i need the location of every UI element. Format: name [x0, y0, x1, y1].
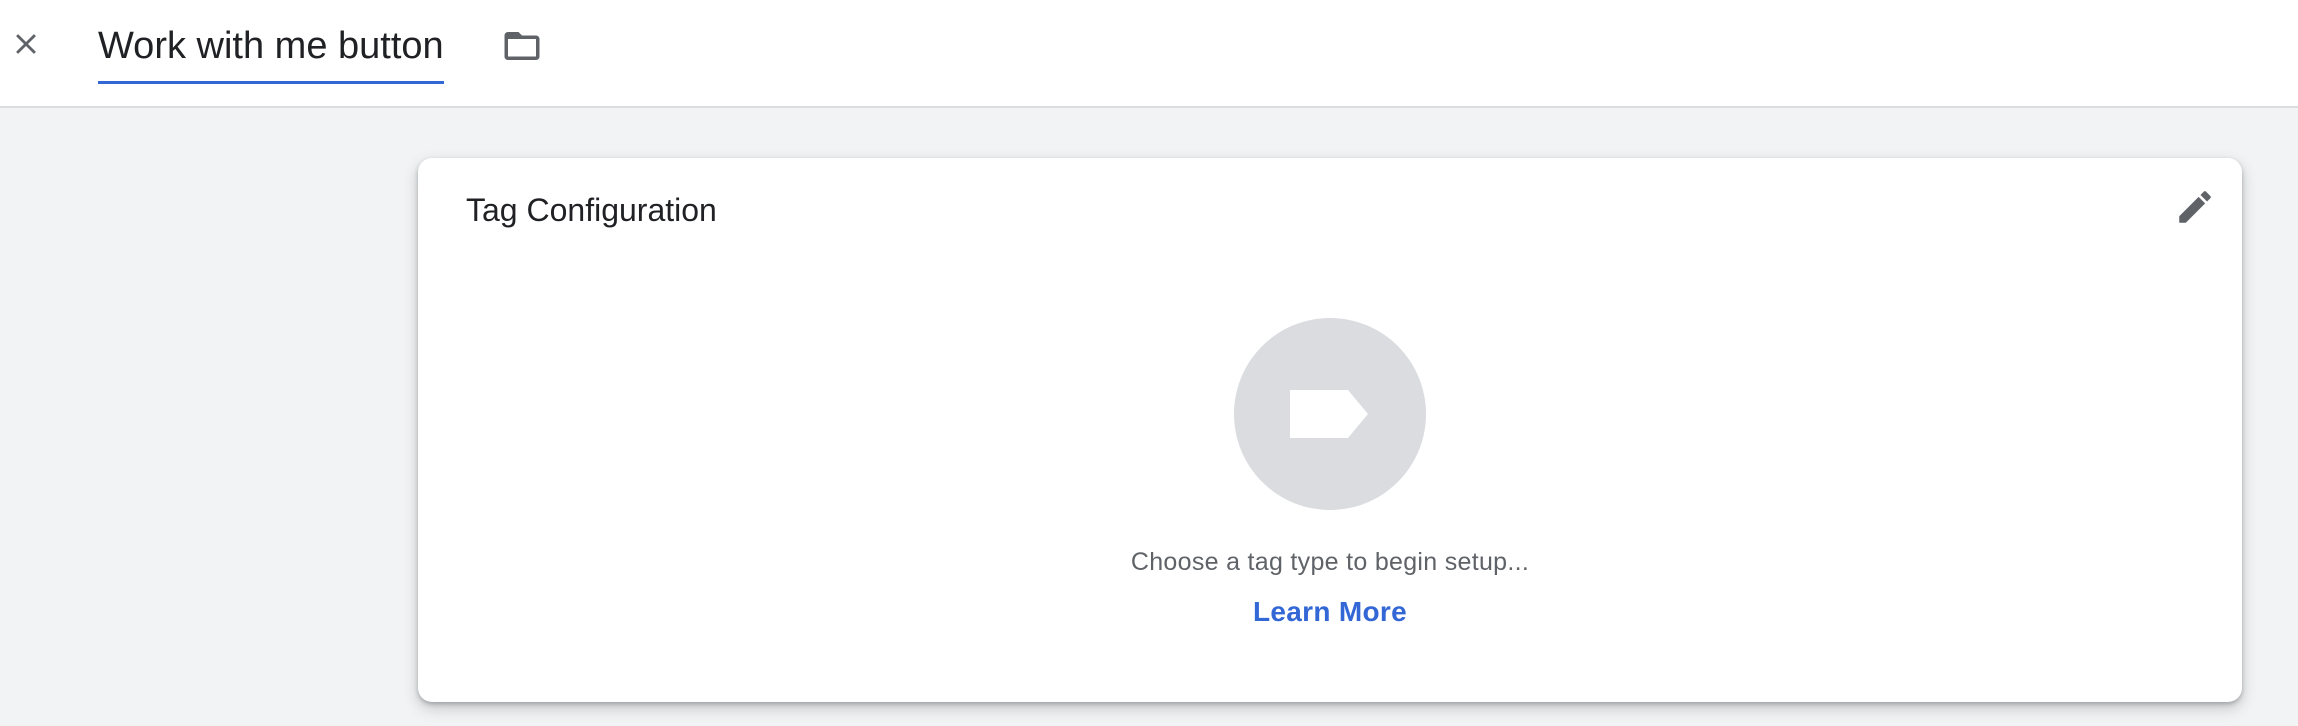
tag-icon	[1290, 390, 1368, 438]
tag-name-text[interactable]: Work with me button	[98, 27, 444, 73]
tag-type-placeholder[interactable]	[1234, 318, 1426, 510]
folder-icon	[504, 32, 540, 60]
edit-button[interactable]	[2170, 182, 2220, 232]
folder-button[interactable]	[498, 24, 546, 68]
setup-hint: Choose a tag type to begin setup...	[1130, 548, 1530, 576]
card-title: Tag Configuration	[466, 192, 717, 228]
tag-name-field[interactable]: Work with me button	[98, 18, 444, 84]
pencil-icon	[2179, 191, 2211, 223]
tag-configuration-card[interactable]: Tag Configuration Choose a tag type to b…	[418, 158, 2242, 702]
editor-header: Work with me button	[0, 0, 2298, 108]
close-icon	[16, 34, 36, 54]
learn-more-link[interactable]: Learn More	[1253, 596, 1407, 627]
close-button[interactable]	[4, 22, 48, 66]
